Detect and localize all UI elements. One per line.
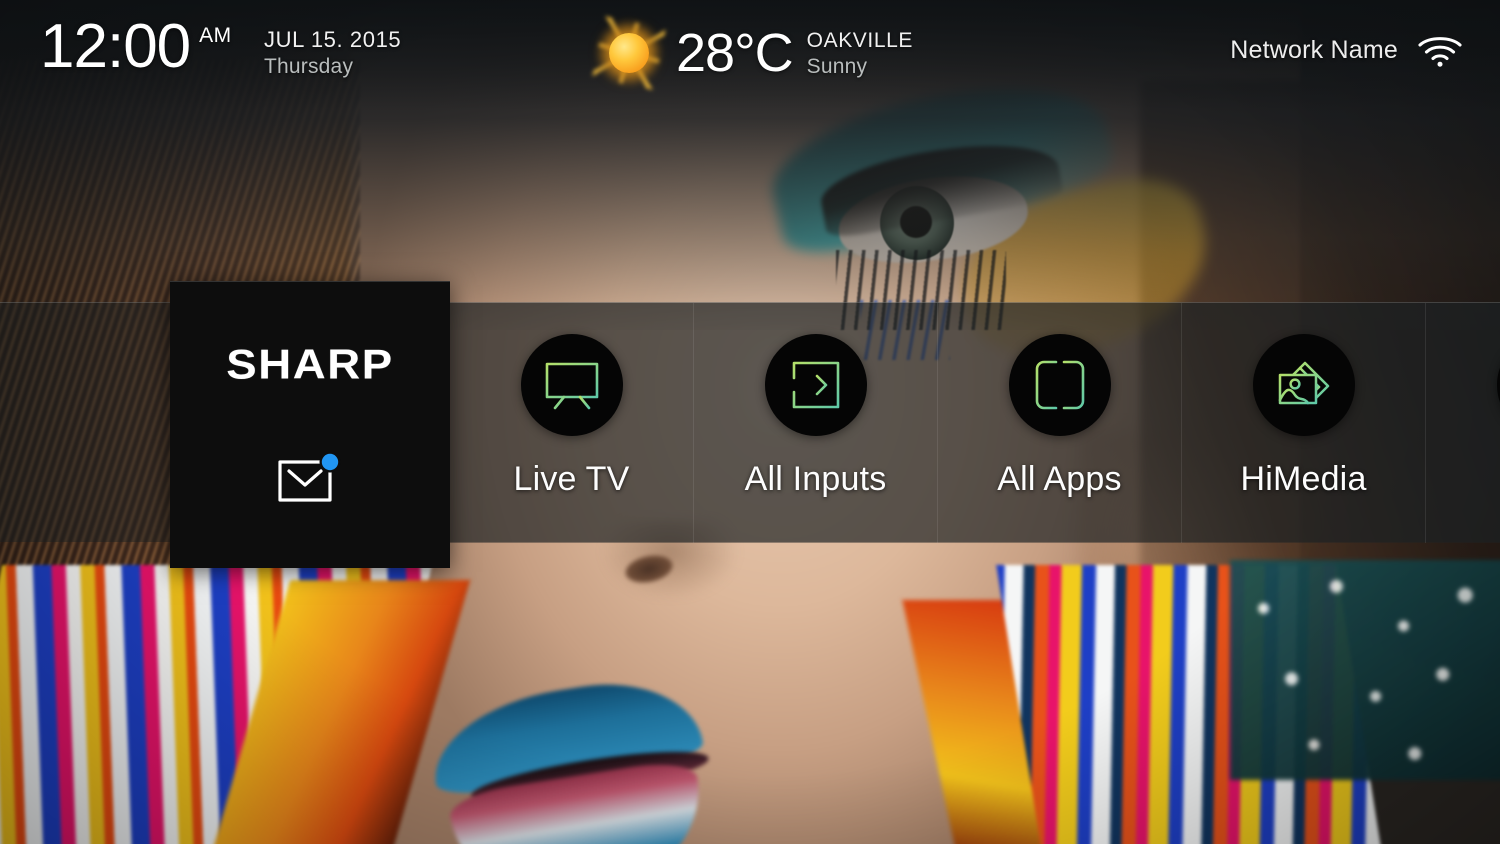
clock-widget: 12:00 AM [40, 16, 232, 78]
envelope-icon[interactable] [277, 451, 343, 504]
weather-temperature: 28°C [676, 23, 794, 83]
tile-label: All Apps [997, 460, 1122, 498]
tile-all-apps[interactable]: All Apps [938, 303, 1182, 543]
sharp-brand-panel[interactable]: SHARP [170, 281, 450, 568]
app-brackets-icon [1008, 334, 1111, 436]
status-bar: 12:00 AM JUL 15. 2015 Thursday 28°C OAKV… [0, 0, 1500, 110]
wifi-icon [1416, 32, 1464, 68]
media-photo-film-icon [1252, 334, 1355, 436]
weather-condition: Sunny [806, 55, 868, 78]
weather-city: OAKVILLE [806, 28, 914, 52]
network-status[interactable]: Network Name [1230, 32, 1464, 68]
clock-time: 12:00 [40, 12, 191, 81]
date-weekday: Thursday [264, 54, 354, 78]
tile-all-inputs[interactable]: All Inputs [694, 303, 938, 543]
sun-icon [592, 16, 666, 90]
weather-widget: 28°C OAKVILLE Sunny [592, 16, 914, 90]
settings-icon [1496, 334, 1500, 436]
tile-himedia[interactable]: HiMedia [1182, 303, 1426, 543]
clock-meridiem: AM [199, 24, 232, 47]
tile-live-tv[interactable]: Live TV [450, 303, 694, 543]
input-arrow-icon [764, 334, 867, 436]
sharp-logo: SHARP [226, 341, 394, 388]
network-name-label: Network Name [1230, 35, 1398, 64]
tv-monitor-icon [520, 334, 623, 436]
tv-home-screen: 12:00 AM JUL 15. 2015 Thursday 28°C OAKV… [0, 0, 1500, 844]
date-widget: JUL 15. 2015 Thursday [264, 26, 401, 80]
date-primary: JUL 15. 2015 [264, 27, 402, 52]
tile-label: All Inputs [744, 460, 887, 498]
tile-label: HiMedia [1240, 460, 1367, 498]
tile-settings[interactable]: Se [1426, 303, 1500, 543]
tile-label: Live TV [513, 460, 630, 498]
